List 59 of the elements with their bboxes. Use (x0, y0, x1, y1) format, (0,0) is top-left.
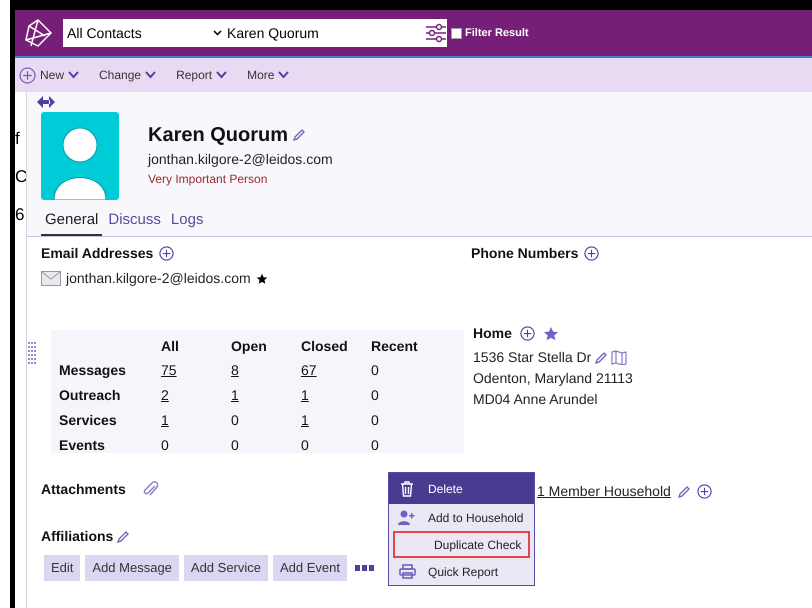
toolbar-menu-button[interactable]: New (19, 66, 80, 84)
table-cell-text: 0 (371, 361, 380, 380)
toolbar-menu-button[interactable]: Report (176, 66, 228, 84)
contact-name: Karen Quorum (148, 123, 288, 148)
tab[interactable]: Discuss (104, 208, 165, 236)
count-link[interactable]: 67 (301, 358, 371, 383)
table-cell-text: 0 (161, 436, 170, 455)
filter-label: Filter Result (465, 26, 529, 41)
scope-text: All Contacts (67, 24, 143, 42)
contact-text: Karen Quorum (227, 24, 320, 43)
address-line: 1536 Star Stella Dr (473, 348, 592, 367)
address-line: Odenton, Maryland 21113 (473, 369, 633, 388)
action-button[interactable]: Add Service (184, 555, 268, 581)
address-line: MD04 Anne Arundel (473, 390, 599, 409)
background-text: C (15, 166, 26, 188)
background-text: 6 (15, 204, 26, 226)
count-link[interactable]: 1 (301, 408, 371, 433)
menu-item[interactable]: Quick Report (389, 558, 534, 585)
menu-item[interactable]: Delete (389, 473, 534, 504)
count-link[interactable]: 8 (231, 358, 301, 383)
section-title: Affiliations (41, 527, 114, 546)
menu-item[interactable]: Duplicate Check (393, 531, 530, 558)
row-label: Events (59, 436, 106, 455)
count-link[interactable]: 1 (231, 383, 301, 408)
action-button[interactable]: Edit (44, 555, 80, 581)
household-link[interactable]: 1 Member Household (537, 481, 671, 502)
toolbar-menu-button[interactable]: Change (99, 66, 156, 84)
row-label: Outreach (59, 383, 161, 408)
vip-label: Very Important Person (148, 171, 268, 188)
tab[interactable]: Logs (166, 208, 208, 236)
column-header: Closed (301, 336, 349, 356)
email-address: jonthan.kilgore-2@leidos.com (66, 269, 251, 288)
row-label: Messages (59, 358, 161, 383)
search-field[interactable]: All Contacts Karen Quorum (63, 19, 447, 47)
table-cell-text: 0 (371, 411, 380, 430)
column-header: Recent (371, 336, 419, 356)
action-button[interactable]: Add Message (85, 555, 179, 581)
section-title: Attachments (41, 480, 126, 499)
section-title: Phone Numbers (471, 244, 578, 263)
count-link[interactable]: 1 (301, 383, 371, 408)
table-cell: 0 (231, 408, 301, 433)
background-text: f (15, 128, 21, 150)
table-cell-text: 0 (231, 436, 240, 455)
column-header: All (161, 336, 180, 356)
address-title: Home (473, 324, 512, 343)
count-link[interactable]: 2 (161, 383, 231, 408)
toolbar-menu-button[interactable]: More (247, 66, 290, 84)
column-header: Open (231, 336, 268, 356)
menu-item[interactable]: Add to Household (389, 504, 534, 531)
table-cell-text: 0 (371, 386, 380, 405)
table-cell-text: 0 (371, 436, 380, 455)
table-cell-text: 0 (301, 436, 310, 455)
tab[interactable]: General (41, 208, 102, 236)
count-link[interactable]: 75 (161, 358, 231, 383)
count-link[interactable]: 1 (161, 408, 231, 433)
section-title: Email Addresses (41, 244, 154, 263)
contact-email: jonthan.kilgore-2@leidos.com (148, 150, 333, 169)
action-button[interactable]: Add Event (273, 555, 347, 581)
row-label: Services (59, 408, 161, 433)
